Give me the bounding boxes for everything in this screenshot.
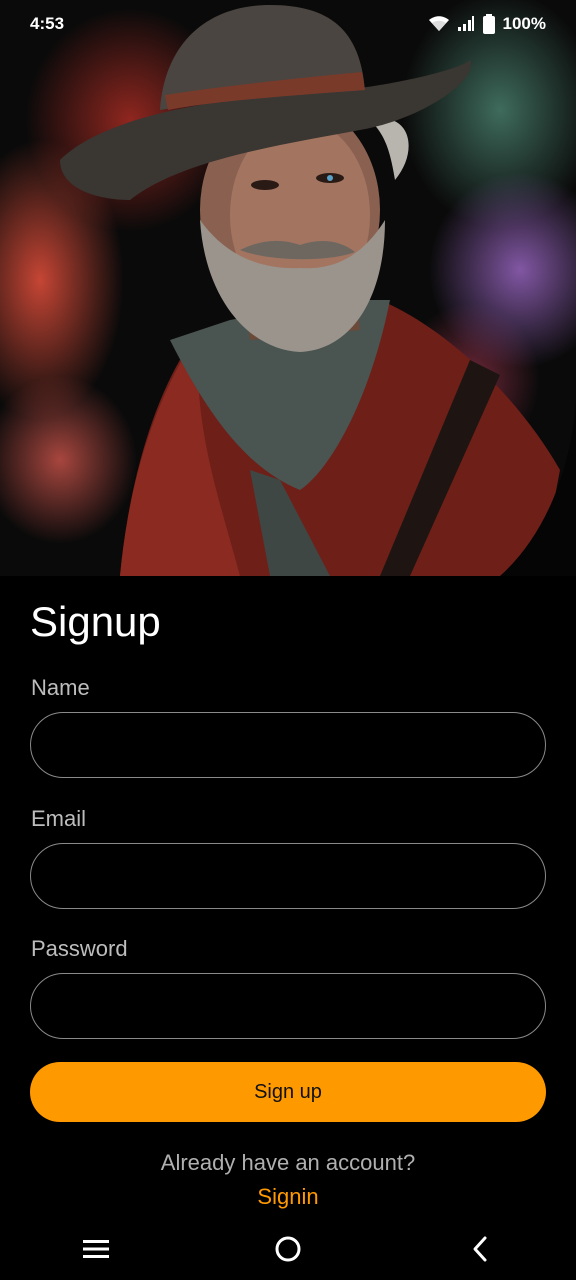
status-bar: 4:53 100% — [0, 0, 576, 48]
signin-prompt: Already have an account? — [160, 1150, 416, 1175]
page-title: Signup — [30, 598, 161, 645]
signal-icon — [457, 16, 475, 32]
name-field[interactable] — [30, 712, 546, 778]
email-label: Email — [31, 806, 87, 831]
signup-button[interactable]: Sign up — [30, 1062, 546, 1122]
wifi-icon — [428, 16, 449, 32]
menu-button[interactable] — [66, 1226, 126, 1276]
name-label: Name — [31, 675, 90, 700]
status-time: 4:53 — [30, 14, 65, 33]
home-icon — [274, 1235, 302, 1268]
back-button[interactable] — [450, 1226, 510, 1276]
signin-link[interactable]: Signin — [0, 1184, 576, 1210]
email-field[interactable] — [30, 843, 546, 909]
back-icon — [470, 1235, 490, 1268]
home-button[interactable] — [258, 1226, 318, 1276]
hero-illustration — [0, 0, 576, 576]
password-field[interactable] — [30, 973, 546, 1039]
hero-image — [0, 0, 576, 576]
battery-percent: 100% — [502, 14, 546, 33]
password-label: Password — [31, 936, 128, 961]
battery-icon — [482, 14, 495, 34]
system-nav-bar — [0, 1222, 576, 1280]
menu-icon — [82, 1238, 110, 1265]
